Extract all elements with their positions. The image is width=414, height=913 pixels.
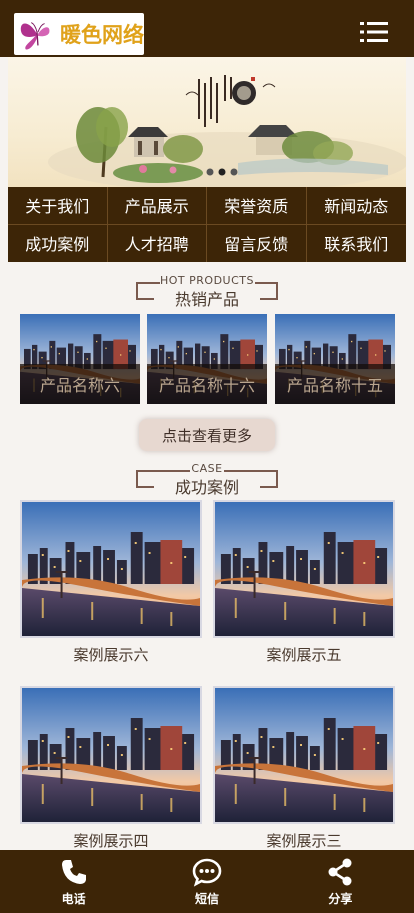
product-card[interactable]: 产品名称六 (20, 314, 140, 404)
nav-about-us[interactable]: 关于我们 (8, 187, 108, 225)
nav-honors[interactable]: 荣誉资质 (207, 187, 307, 225)
site-logo[interactable]: 暖色网络 (14, 13, 144, 55)
cases-section-title: CASE 成功案例 (0, 462, 414, 497)
footer-label: 电话 (61, 891, 86, 906)
footer-side (0, 850, 7, 913)
product-card[interactable]: 产品名称十五 (275, 314, 395, 404)
case-card[interactable]: 案例展示三 (213, 686, 395, 851)
banner-dot-icon[interactable] (206, 168, 214, 176)
share-icon (328, 858, 352, 885)
section-title-cn: 热销产品 (174, 290, 239, 309)
hamburger-menu-icon (360, 22, 388, 42)
nav-careers[interactable]: 人才招聘 (108, 224, 207, 262)
product-caption: 产品名称十五 (275, 364, 395, 404)
banner-dot-icon[interactable] (230, 168, 238, 176)
logo-text: 暖色网络 (60, 22, 144, 47)
case-image (213, 500, 395, 638)
butterfly-logo-icon (20, 22, 50, 50)
case-caption: 案例展示三 (266, 832, 342, 850)
bottom-action-bar: 电话 短信 分享 (7, 850, 407, 913)
case-caption: 案例展示五 (266, 646, 342, 664)
footer-phone-button[interactable]: 电话 (7, 850, 140, 913)
footer-side (407, 850, 414, 913)
case-card[interactable]: 案例展示四 (20, 686, 202, 851)
view-more-button[interactable]: 点击查看更多 (139, 419, 275, 451)
nav-contact[interactable]: 联系我们 (307, 225, 407, 263)
banner-carousel[interactable] (8, 57, 406, 187)
footer-sms-button[interactable]: 短信 (140, 850, 273, 913)
nav-cases[interactable]: 成功案例 (8, 224, 108, 262)
case-image (213, 686, 395, 824)
main-nav-grid: 关于我们 产品展示 荣誉资质 新闻动态 成功案例 人才招聘 留言反馈 联系我们 (8, 187, 406, 262)
banner-dot-icon[interactable] (218, 168, 226, 176)
top-header: 暖色网络 (0, 0, 414, 57)
hot-products-list: 产品名称六 产品名称十六 产品名称十五 (20, 314, 396, 404)
case-card[interactable]: 案例展示六 (20, 500, 202, 665)
product-card[interactable]: 产品名称十六 (147, 314, 267, 404)
nav-products[interactable]: 产品展示 (107, 187, 207, 225)
case-caption: 案例展示六 (73, 646, 149, 664)
footer-label: 短信 (194, 891, 219, 906)
sms-icon (192, 858, 222, 887)
case-image (20, 500, 202, 638)
case-caption: 案例展示四 (73, 832, 149, 850)
footer-share-button[interactable]: 分享 (274, 850, 407, 913)
footer-label: 分享 (328, 891, 353, 906)
product-caption: 产品名称十六 (147, 364, 267, 404)
case-card[interactable]: 案例展示五 (213, 500, 395, 665)
case-image (20, 686, 202, 824)
nav-feedback[interactable]: 留言反馈 (207, 224, 307, 262)
phone-icon (61, 859, 86, 884)
product-caption: 产品名称六 (20, 364, 140, 404)
banner-landscape-image (48, 75, 406, 187)
nav-news[interactable]: 新闻动态 (306, 187, 406, 225)
menu-button[interactable] (360, 21, 388, 43)
section-title-cn: 成功案例 (174, 478, 239, 497)
products-section-title: HOT PRODUCTS 热销产品 (0, 274, 414, 309)
